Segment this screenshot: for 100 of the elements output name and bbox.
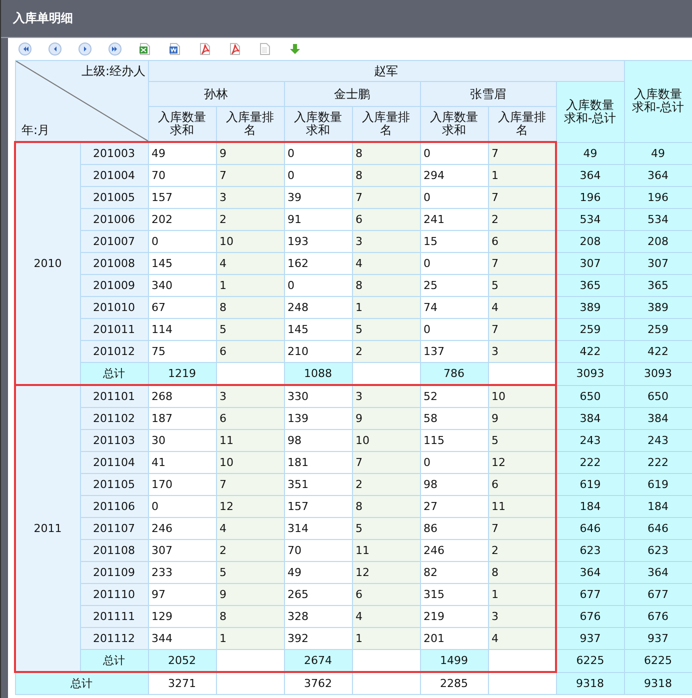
table-cell: 2 — [352, 474, 420, 496]
table-cell: 344 — [148, 628, 216, 650]
table-cell: 10 — [216, 230, 284, 252]
table-cell: 219 — [420, 606, 488, 628]
row-header: 201112 — [80, 628, 148, 650]
table-cell: 259 — [556, 318, 624, 340]
table-cell: 307 — [148, 540, 216, 562]
table-cell: 70 — [284, 540, 352, 562]
pdf-icon[interactable] — [228, 42, 242, 56]
table-cell: 5 — [488, 430, 556, 452]
table-cell: 241 — [420, 208, 488, 230]
table-cell: 6 — [352, 208, 420, 230]
table-cell: 97 — [148, 584, 216, 606]
table-cell: 49 — [284, 562, 352, 584]
row-header: 2010 — [15, 142, 80, 385]
table-cell: 4 — [488, 628, 556, 650]
row-axis-label: 年:月 — [22, 124, 50, 137]
table-cell: 248 — [284, 296, 352, 318]
last-page-icon[interactable] — [108, 42, 122, 56]
table-cell: 3271 — [148, 672, 216, 694]
table-cell: 2 — [488, 540, 556, 562]
row-header: 201004 — [80, 164, 148, 186]
table-cell: 30 — [148, 430, 216, 452]
column-header: 入库量排名 — [488, 106, 556, 142]
table-cell: 6225 — [556, 650, 624, 672]
table-cell: 210 — [284, 340, 352, 362]
table-cell: 5 — [352, 318, 420, 340]
table-cell: 6225 — [624, 650, 692, 672]
table-cell: 3 — [488, 340, 556, 362]
table-cell: 676 — [556, 606, 624, 628]
table-cell: 49 — [148, 142, 216, 164]
table-cell: 8 — [352, 496, 420, 518]
table-cell: 3 — [352, 385, 420, 408]
table-cell: 4 — [352, 252, 420, 274]
table-cell: 0 — [420, 252, 488, 274]
row-header: 201102 — [80, 408, 148, 430]
table-cell: 193 — [284, 230, 352, 252]
table-cell: 137 — [420, 340, 488, 362]
table-cell: 3093 — [624, 362, 692, 385]
table-cell: 7 — [488, 518, 556, 540]
row-header: 总计 — [80, 362, 148, 385]
table-cell: 3 — [352, 230, 420, 252]
table-cell: 1 — [352, 628, 420, 650]
table-cell: 0 — [284, 274, 352, 296]
row-header: 201108 — [80, 540, 148, 562]
table-cell: 6 — [216, 408, 284, 430]
table-cell: 646 — [624, 518, 692, 540]
first-page-icon[interactable] — [18, 42, 32, 56]
table-cell: 82 — [420, 562, 488, 584]
table-cell: 786 — [420, 362, 488, 385]
previous-page-icon[interactable] — [48, 42, 62, 56]
table-cell: 5 — [488, 274, 556, 296]
table-cell: 11 — [352, 540, 420, 562]
table-cell: 384 — [556, 408, 624, 430]
table-cell: 157 — [148, 186, 216, 208]
table-cell: 9 — [488, 408, 556, 430]
table-cell: 70 — [148, 164, 216, 186]
table-cell: 265 — [284, 584, 352, 606]
table-cell: 2052 — [148, 650, 216, 672]
pdf-icon[interactable] — [198, 42, 212, 56]
table-cell: 3 — [216, 186, 284, 208]
table-cell: 75 — [148, 340, 216, 362]
table-cell: 184 — [556, 496, 624, 518]
row-header: 2011 — [15, 385, 80, 672]
table-cell: 157 — [284, 496, 352, 518]
document-icon[interactable] — [168, 42, 182, 56]
spreadsheet-icon[interactable] — [138, 42, 152, 56]
table-cell: 7 — [352, 186, 420, 208]
table-cell: 12 — [488, 452, 556, 474]
table-cell: 243 — [556, 430, 624, 452]
table-cell: 937 — [556, 628, 624, 650]
table-cell: 8 — [352, 142, 420, 164]
table-cell: 268 — [148, 385, 216, 408]
next-page-icon[interactable] — [78, 42, 92, 56]
row-header: 201111 — [80, 606, 148, 628]
table-cell: 619 — [624, 474, 692, 496]
table-cell: 3762 — [284, 672, 352, 694]
table-cell: 202 — [148, 208, 216, 230]
table-cell: 1 — [216, 274, 284, 296]
row-header: 201008 — [80, 252, 148, 274]
table-cell: 12 — [352, 562, 420, 584]
table-cell: 7 — [352, 452, 420, 474]
table-cell: 2285 — [420, 672, 488, 694]
table-cell: 9318 — [556, 672, 624, 694]
table-cell: 12 — [216, 496, 284, 518]
column-header: 入库数量求和-总计 — [556, 82, 624, 142]
table-cell: 5 — [352, 518, 420, 540]
down-arrow-icon[interactable] — [288, 42, 302, 56]
table-cell: 307 — [556, 252, 624, 274]
table-cell: 7 — [488, 318, 556, 340]
table-cell: 10 — [488, 385, 556, 408]
table-cell: 7 — [488, 142, 556, 164]
row-header: 201012 — [80, 340, 148, 362]
table-cell: 162 — [284, 252, 352, 274]
table-cell: 422 — [624, 340, 692, 362]
table-cell: 246 — [148, 518, 216, 540]
table-cell: 1 — [488, 164, 556, 186]
row-header: 201101 — [80, 385, 148, 408]
table-cell: 389 — [624, 296, 692, 318]
row-header: 201009 — [80, 274, 148, 296]
